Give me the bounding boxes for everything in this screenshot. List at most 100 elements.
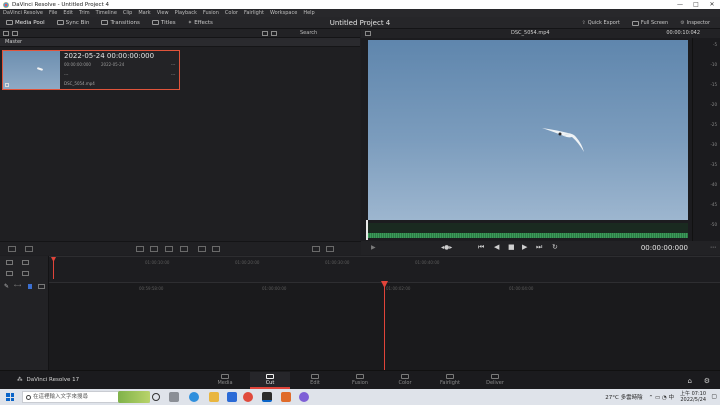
menu-clip[interactable]: Clip (123, 10, 132, 16)
taskbar-widget-icon[interactable] (118, 391, 150, 403)
minimize-button[interactable]: — (672, 0, 688, 9)
menu-workspace[interactable]: Workspace (270, 10, 297, 16)
close-button[interactable]: ✕ (704, 0, 720, 9)
notification-icon[interactable]: ▢ (711, 393, 717, 400)
source-overwrite-icon[interactable] (212, 246, 220, 252)
ripple-overwrite-icon[interactable] (165, 246, 173, 252)
project-title: Untitled Project 4 (329, 19, 391, 27)
page-edit[interactable]: Edit (295, 372, 335, 389)
menu-mark[interactable]: Mark (138, 10, 150, 16)
tray-icons[interactable]: ⌃ ▭ ◔ 中 (649, 393, 674, 401)
append-icon[interactable] (150, 246, 158, 252)
bird-thumbnail-icon (36, 67, 44, 71)
inspector-button[interactable]: ⚙ Inspector (674, 17, 716, 29)
close-up-icon[interactable] (180, 246, 188, 252)
audio-waveform-scrubber[interactable] (368, 223, 688, 238)
menu-fusion[interactable]: Fusion (203, 10, 219, 16)
page-cut[interactable]: Cut (250, 372, 290, 389)
windows-start-icon[interactable] (6, 393, 14, 401)
smart-insert-icon[interactable] (136, 246, 144, 252)
effects-button[interactable]: ✦ Effects (182, 17, 219, 29)
list-view-icon[interactable] (271, 30, 277, 36)
ruler-label: 00:59:58:00 (139, 286, 164, 291)
transitions-button[interactable]: Transitions (95, 17, 145, 29)
clip-in-timecode: 00:00:00:000 (64, 62, 91, 67)
thumbnail-view-icon[interactable] (262, 30, 268, 36)
menu-help[interactable]: Help (303, 10, 314, 16)
menu-fairlight[interactable]: Fairlight (244, 10, 264, 16)
audio-track-icon[interactable] (312, 246, 320, 252)
menu-color[interactable]: Color (225, 10, 238, 16)
link-icon[interactable]: ⟷ (14, 283, 21, 289)
sync-bin-button[interactable]: Sync Bin (51, 17, 96, 29)
menu-file[interactable]: File (49, 10, 57, 16)
play-button[interactable]: ▶ (522, 244, 527, 251)
scissors-icon[interactable] (25, 246, 33, 252)
jog-wheel-icon[interactable]: ◂●▸ (441, 244, 452, 251)
menu-davinci-resolve[interactable]: DaVinci Resolve (3, 10, 43, 16)
page-deliver[interactable]: Deliver (475, 372, 515, 389)
maximize-button[interactable]: □ (688, 0, 704, 9)
timeline-ruler-upper[interactable]: 01:00:10:00 01:00:20:00 01:00:30:00 01:0… (0, 256, 720, 282)
app-icon[interactable] (299, 392, 309, 402)
page-media[interactable]: Media (205, 372, 245, 389)
meter-scale-label: -45 (710, 202, 717, 207)
timeline-options-icon[interactable] (326, 246, 334, 252)
chrome-icon[interactable] (243, 392, 253, 402)
snap-icon[interactable] (28, 284, 32, 289)
audio-track-icon[interactable] (6, 271, 13, 276)
app-icon[interactable] (169, 392, 179, 402)
go-to-start-button[interactable]: ⏮ (478, 244, 484, 251)
track-view-icon[interactable] (38, 284, 45, 289)
viewer-playhead[interactable] (366, 220, 368, 240)
page-fusion[interactable]: Fusion (340, 372, 380, 389)
page-fairlight[interactable]: Fairlight (430, 372, 470, 389)
video-frame[interactable] (368, 40, 688, 220)
bin-list-icon[interactable] (3, 30, 9, 36)
meter-scale-label: -10 (710, 62, 717, 67)
mute-icon[interactable] (22, 271, 29, 276)
stop-button[interactable]: ■ (508, 244, 515, 251)
place-on-top-icon[interactable] (198, 246, 206, 252)
davinci-taskbar-icon[interactable] (262, 392, 272, 402)
page-color[interactable]: Color (385, 372, 425, 389)
viewer-mode-icon[interactable] (365, 31, 371, 36)
store-icon[interactable] (227, 392, 237, 402)
quick-export-label: Quick Export (587, 20, 620, 26)
menu-playback[interactable]: Playback (175, 10, 197, 16)
titles-button[interactable]: Titles (146, 17, 182, 29)
menu-view[interactable]: View (157, 10, 169, 16)
full-screen-button[interactable]: Full Screen (626, 17, 674, 29)
media-pool-button[interactable]: Media Pool (0, 17, 51, 29)
clip-meta-empty: --- (64, 72, 69, 77)
clip-thumbnail[interactable] (3, 51, 60, 89)
titles-icon (151, 20, 159, 25)
home-icon[interactable]: ⌂ (688, 377, 692, 385)
task-view-icon[interactable] (152, 393, 160, 401)
video-track-icon[interactable] (6, 260, 13, 265)
transport-timecode: 00:00:00:000 (640, 244, 688, 252)
play-marker-icon[interactable]: ▶ (371, 244, 376, 251)
clock[interactable]: 上午 07:10 2022/5/24 (680, 391, 706, 403)
play-reverse-button[interactable]: ◀ (494, 244, 499, 251)
edit-tool-icon[interactable]: ✎ (4, 283, 9, 290)
sort-icon[interactable] (12, 30, 18, 36)
menu-timeline[interactable]: Timeline (96, 10, 117, 16)
lock-track-icon[interactable] (22, 260, 29, 265)
options-icon[interactable]: ⋯ (710, 244, 716, 251)
menu-edit[interactable]: Edit (63, 10, 73, 16)
bin-header[interactable]: Master (0, 38, 360, 47)
menu-trim[interactable]: Trim (79, 10, 90, 16)
search-label[interactable]: Search (300, 30, 317, 36)
system-tray: 27°C 多雲時陰 ⌃ ▭ ◔ 中 上午 07:10 2022/5/24 (605, 391, 706, 403)
quick-export-button[interactable]: ⇪ Quick Export (576, 17, 626, 29)
timeline-playhead[interactable] (384, 283, 385, 370)
app-icon[interactable] (281, 392, 291, 402)
timeline-layout-icon[interactable] (8, 246, 16, 252)
settings-icon[interactable]: ⚙ (704, 377, 710, 385)
edge-icon[interactable] (189, 392, 199, 402)
file-explorer-icon[interactable] (209, 392, 219, 402)
weather-status[interactable]: 27°C 多雲時陰 (605, 393, 642, 401)
loop-button[interactable]: ↻ (552, 244, 558, 251)
go-to-end-button[interactable]: ⏭ (536, 244, 542, 251)
